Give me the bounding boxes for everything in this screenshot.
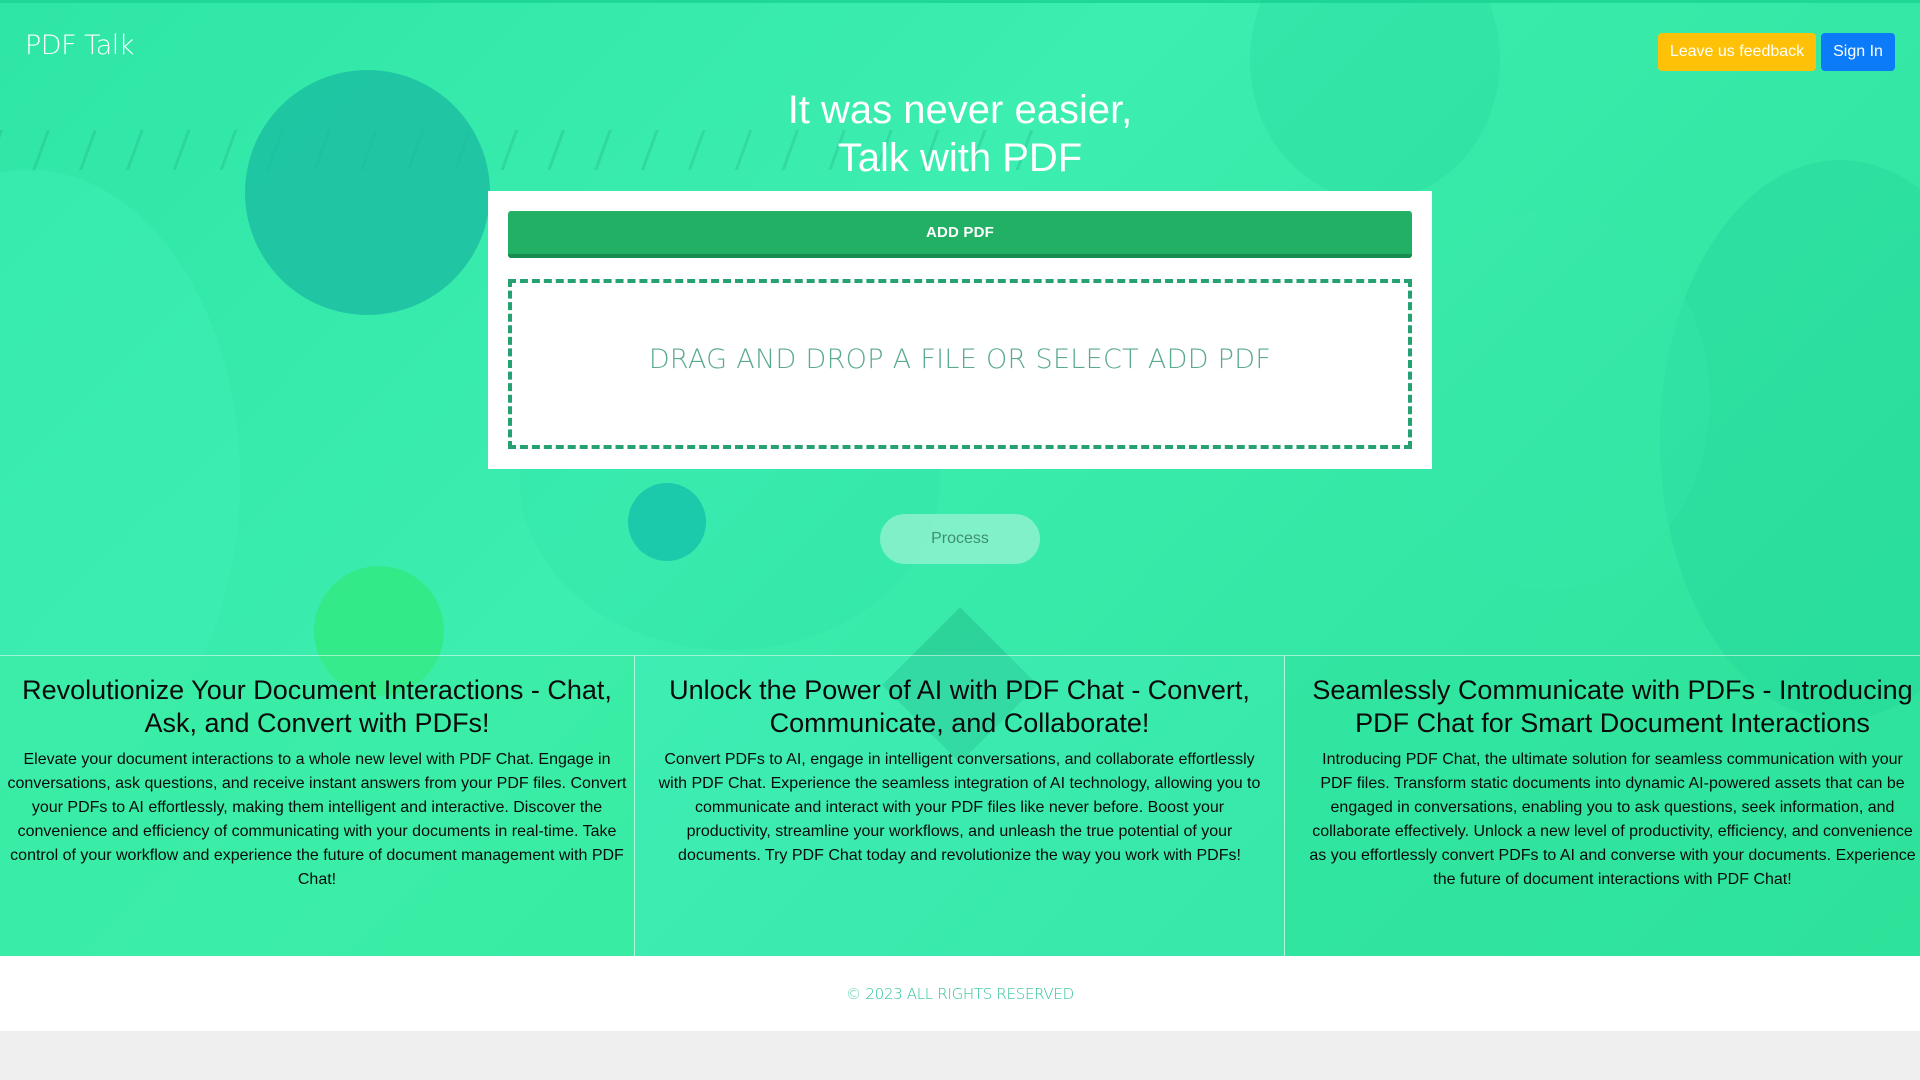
- feature-title: Unlock the Power of AI with PDF Chat - C…: [669, 675, 1250, 738]
- feature-card: Seamlessly Communicate with PDFs - Intro…: [1285, 656, 1920, 956]
- background-shape: [1250, 0, 1500, 200]
- feedback-button[interactable]: Leave us feedback: [1658, 33, 1816, 71]
- hero-headline: It was never easier, Talk with PDF: [660, 86, 1260, 182]
- site-logo[interactable]: PDF Talk: [25, 30, 134, 61]
- process-button[interactable]: Process: [880, 514, 1040, 564]
- upload-card: ADD PDF DRAG AND DROP A FILE OR SELECT A…: [488, 191, 1432, 469]
- page-bottom-area: [0, 1031, 1920, 1080]
- add-pdf-button[interactable]: ADD PDF: [508, 211, 1412, 258]
- decorative-circle: [628, 483, 706, 561]
- feature-card: Revolutionize Your Document Interactions…: [0, 656, 635, 956]
- background-shape: [1390, 210, 1710, 590]
- feature-title: Revolutionize Your Document Interactions…: [22, 675, 612, 738]
- copyright-text: © 2023 ALL RIGHTS RESERVED: [846, 984, 1074, 1003]
- file-dropzone[interactable]: DRAG AND DROP A FILE OR SELECT ADD PDF: [508, 279, 1412, 449]
- headline-line-2: Talk with PDF: [837, 136, 1083, 180]
- feature-body: Introducing PDF Chat, the ultimate solut…: [1309, 751, 1916, 888]
- feature-title: Seamlessly Communicate with PDFs - Intro…: [1312, 675, 1913, 738]
- feature-body: Elevate your document interactions to a …: [7, 751, 627, 888]
- hero-section: PDF Talk Leave us feedback Sign In It wa…: [0, 0, 1920, 956]
- decorative-circle: [245, 70, 490, 315]
- footer: © 2023 ALL RIGHTS RESERVED: [0, 956, 1920, 1031]
- features-row: Revolutionize Your Document Interactions…: [0, 655, 1920, 956]
- feature-card: Unlock the Power of AI with PDF Chat - C…: [635, 656, 1285, 956]
- feature-body: Convert PDFs to AI, engage in intelligen…: [658, 751, 1261, 864]
- top-accent-line: [0, 0, 1920, 3]
- headline-line-1: It was never easier,: [787, 88, 1133, 132]
- dropzone-text: DRAG AND DROP A FILE OR SELECT ADD PDF: [648, 343, 1272, 375]
- sign-in-button[interactable]: Sign In: [1821, 33, 1895, 71]
